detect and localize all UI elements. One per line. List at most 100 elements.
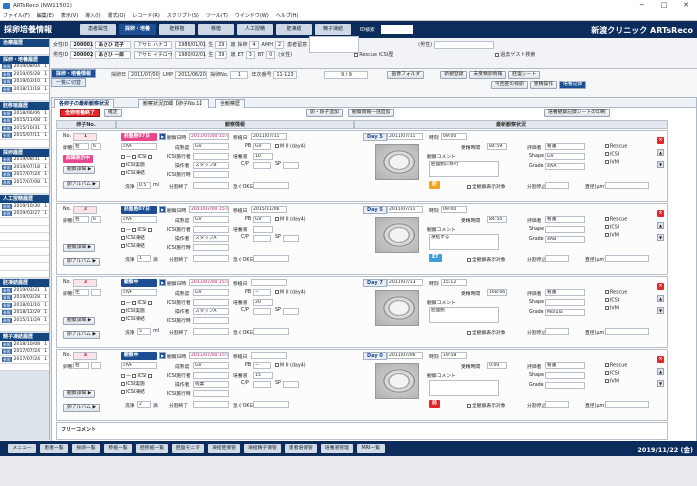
- culture-field[interactable]: 15: [253, 372, 273, 379]
- sidebar-history-row[interactable]: 参照 2019/05/28 1: [0, 71, 49, 79]
- grade-field[interactable]: 4AA: [545, 163, 585, 170]
- side-field[interactable]: 右: [73, 216, 89, 223]
- icsi-done-checkbox[interactable]: ICSI実施: [121, 380, 145, 387]
- show-all-checkbox[interactable]: 全観察表示対象: [467, 183, 506, 190]
- option-checkbox[interactable]: Rescue: [605, 290, 627, 296]
- menu-item[interactable]: 表示(V): [61, 12, 78, 19]
- option-checkbox[interactable]: ICSI: [605, 225, 619, 231]
- size-field[interactable]: [91, 362, 101, 369]
- pb-field[interactable]: GV: [253, 143, 271, 150]
- icsi-freeze-checkbox[interactable]: ICSI凍結: [121, 388, 145, 395]
- view-tag[interactable]: 参照: [2, 110, 12, 116]
- header-tab[interactable]: 胚凍結: [276, 24, 313, 35]
- time-field[interactable]: 09:00: [441, 206, 467, 213]
- taskbar-button[interactable]: 凍結胚保管: [208, 444, 240, 453]
- cycle-no-field[interactable]: 1: [230, 70, 249, 79]
- view-tag[interactable]: 参照: [2, 295, 12, 301]
- lmp-field[interactable]: 2011/06/20: [175, 70, 208, 79]
- menu-item[interactable]: スクリプト(S): [167, 12, 199, 19]
- delete-icon[interactable]: ×: [657, 356, 664, 363]
- header-tab[interactable]: 採卵・培養: [119, 24, 157, 35]
- move-up-icon[interactable]: ▲: [657, 295, 664, 302]
- cp-field[interactable]: [253, 308, 271, 315]
- close-icon[interactable]: ✕: [675, 0, 697, 11]
- view-tag[interactable]: 参照: [2, 157, 12, 163]
- move-down-icon[interactable]: ▼: [657, 307, 664, 314]
- obs-date-field[interactable]: 2011/07/00 15:01: [189, 352, 229, 359]
- div-stop-field[interactable]: [545, 401, 569, 408]
- sidebar-history-row[interactable]: 参照 2017/07/24 1: [0, 348, 49, 356]
- cp-field[interactable]: [253, 162, 271, 169]
- icsi-time-field[interactable]: [193, 390, 229, 397]
- culture-method-field[interactable]: cIVF: [121, 216, 157, 223]
- option-checkbox[interactable]: IVM: [605, 306, 619, 312]
- split-field[interactable]: [193, 401, 229, 408]
- menu-item[interactable]: 編集(E): [37, 12, 54, 19]
- diameter-field[interactable]: [605, 182, 649, 189]
- culture-record-tab[interactable]: 培養記録: [559, 80, 587, 89]
- icsi-time-field[interactable]: [193, 171, 229, 178]
- transfer-date-field[interactable]: 2011/07/11: [251, 133, 287, 140]
- staff-field[interactable]: スタッフB: [193, 162, 229, 169]
- comment-field[interactable]: 凍結する: [429, 234, 499, 250]
- embryo-image[interactable]: [375, 217, 419, 253]
- day-date-field[interactable]: 2011/07/13: [387, 279, 423, 286]
- id-search-input[interactable]: [380, 25, 413, 34]
- sidebar-history-row[interactable]: 参照 2018/12/29 1: [0, 309, 49, 317]
- option-checkbox[interactable]: Rescue: [605, 363, 627, 369]
- view-tag[interactable]: 参照: [2, 86, 12, 92]
- wash-field[interactable]: 0.5: [137, 182, 151, 189]
- ok-day-field[interactable]: [253, 401, 289, 408]
- view-tag[interactable]: 参照: [2, 118, 12, 124]
- shape-field[interactable]: GV: [545, 153, 585, 160]
- show-all-checkbox[interactable]: 全観察表示対象: [467, 329, 506, 336]
- ok-day-field[interactable]: [253, 255, 289, 262]
- delete-icon[interactable]: ×: [657, 210, 664, 217]
- option-checkbox[interactable]: IVM: [605, 233, 619, 239]
- size-field[interactable]: 6: [91, 216, 101, 223]
- egg-status-badge[interactable]: 胚盤胞07日: [121, 206, 157, 214]
- wife-id[interactable]: 200001: [70, 40, 93, 49]
- score-badge[interactable]: ET: [429, 254, 442, 262]
- icsi-freeze-checkbox[interactable]: ICSI凍結: [121, 169, 145, 176]
- egg-number[interactable]: 2: [73, 206, 97, 214]
- view-tag[interactable]: 参照: [2, 133, 12, 139]
- list-switch-button[interactable]: 一覧に切替: [51, 78, 87, 87]
- size-field[interactable]: [91, 289, 101, 296]
- embryo-image[interactable]: [375, 363, 419, 399]
- free-comment-area[interactable]: フリーコメント: [56, 422, 668, 440]
- view-tag[interactable]: 参照: [2, 64, 12, 70]
- sidebar-history-row[interactable]: 参照 2017/07/24 1: [0, 171, 49, 179]
- egg-status-badge[interactable]: 胚盤胞07日: [121, 133, 157, 141]
- detail-button[interactable]: 観察詳細 ▶: [63, 317, 96, 325]
- cycle-date-field[interactable]: 2011/07/00: [128, 70, 161, 79]
- sp-field[interactable]: [283, 381, 299, 388]
- unfertilized-info-button[interactable]: 未受精卵情報: [469, 70, 507, 79]
- option-checkbox[interactable]: Rescue: [605, 217, 627, 223]
- view-tag[interactable]: 参照: [2, 310, 12, 316]
- option-checkbox[interactable]: ICSI: [605, 298, 619, 304]
- menu-item[interactable]: レコード(R): [132, 12, 159, 19]
- option-checkbox[interactable]: Rescue: [605, 144, 627, 150]
- view-tag[interactable]: 参照: [2, 356, 12, 362]
- grade-field[interactable]: [545, 382, 585, 389]
- view-tag[interactable]: 参照: [2, 203, 12, 209]
- shape-field[interactable]: [545, 226, 585, 233]
- div-stop-field[interactable]: [545, 182, 569, 189]
- wash-field[interactable]: 5: [137, 328, 151, 335]
- egg-number[interactable]: 1: [73, 133, 97, 141]
- day-badge[interactable]: Day 7: [363, 279, 387, 287]
- page-indicator[interactable]: 9 / 9: [324, 70, 369, 79]
- option-checkbox[interactable]: ICSI: [605, 371, 619, 377]
- transfer-date-field[interactable]: [251, 279, 287, 286]
- sp-field[interactable]: [283, 235, 299, 242]
- side-field[interactable]: 右: [73, 362, 89, 369]
- diameter-field[interactable]: [605, 255, 649, 262]
- sidebar-history-row[interactable]: 参照 2019/07/18 1: [0, 164, 49, 172]
- maximize-icon[interactable]: □: [653, 0, 675, 11]
- grader-field[interactable]: 看護: [545, 289, 585, 296]
- comment-field[interactable]: 胚盤胞に移行: [429, 161, 499, 177]
- sidebar-history-row[interactable]: 参照 2019/03/21 1: [0, 287, 49, 295]
- size-field[interactable]: 6: [91, 143, 101, 150]
- score-badge[interactable]: 前: [429, 400, 440, 408]
